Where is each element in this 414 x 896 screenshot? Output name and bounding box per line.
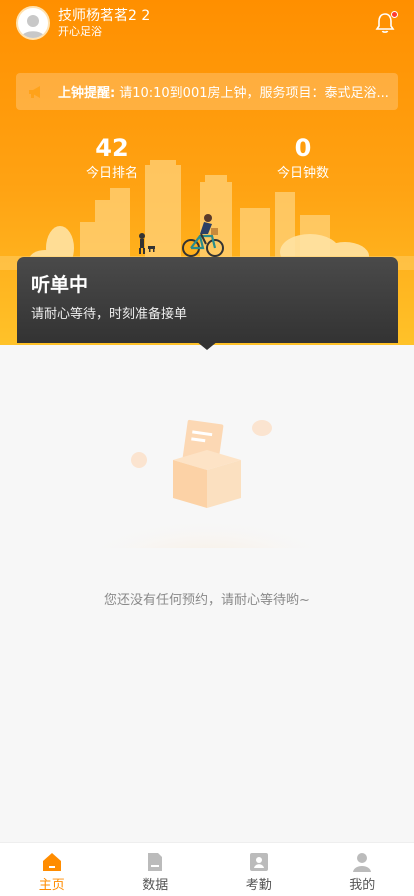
unread-dot — [391, 11, 398, 18]
ranking-label: 今日排名 — [85, 166, 138, 181]
tab-profile-label: 我的 — [349, 878, 376, 893]
notice-text: 请10:10到001房上钟，服务项目：泰式足浴... — [119, 86, 389, 101]
user-info[interactable]: 技师杨茗茗2 2 开心足浴 — [16, 6, 150, 40]
bell-icon[interactable] — [374, 11, 398, 34]
status-title: 听单中 — [31, 274, 89, 296]
tab-attendance[interactable]: 考勤 — [207, 843, 311, 896]
stat-clock-count: 0 今日钟数 — [243, 134, 363, 184]
megaphone-icon — [29, 85, 40, 98]
tab-data[interactable]: 数据 — [104, 843, 208, 896]
clock-count-label: 今日钟数 — [276, 166, 329, 181]
tab-profile[interactable]: 我的 — [311, 843, 414, 896]
attendance-icon — [249, 853, 268, 871]
user-name: 技师杨茗茗2 2 — [58, 8, 151, 24]
data-icon — [148, 853, 163, 871]
listening-status-card: 听单中 请耐心等待，时刻准备接单 — [17, 257, 398, 343]
empty-box-illustration — [92, 419, 322, 548]
clock-count-value: 0 — [294, 134, 312, 162]
status-subtitle: 请耐心等待，时刻准备接单 — [31, 307, 188, 322]
tab-data-label: 数据 — [142, 878, 169, 893]
status-pointer — [196, 341, 218, 350]
shop-name: 开心足浴 — [58, 25, 102, 38]
ranking-value: 42 — [95, 134, 129, 162]
tab-home-label: 主页 — [38, 878, 65, 893]
notice-label: 上钟提醒: — [58, 86, 116, 101]
bottom-tab-bar: 主页 数据 考勤 我的 — [0, 842, 414, 896]
notice-bar[interactable]: 上钟提醒: 请10:10到001房上钟，服务项目：泰式足浴... — [16, 73, 398, 110]
stat-ranking: 42 今日排名 — [52, 134, 172, 184]
empty-message: 您还没有任何预约，请耐心等待哟~ — [104, 593, 310, 608]
home-icon — [42, 853, 61, 871]
profile-icon — [353, 853, 372, 872]
tab-attendance-label: 考勤 — [245, 878, 272, 893]
tab-home[interactable]: 主页 — [0, 843, 104, 896]
avatar-icon[interactable] — [16, 6, 50, 40]
